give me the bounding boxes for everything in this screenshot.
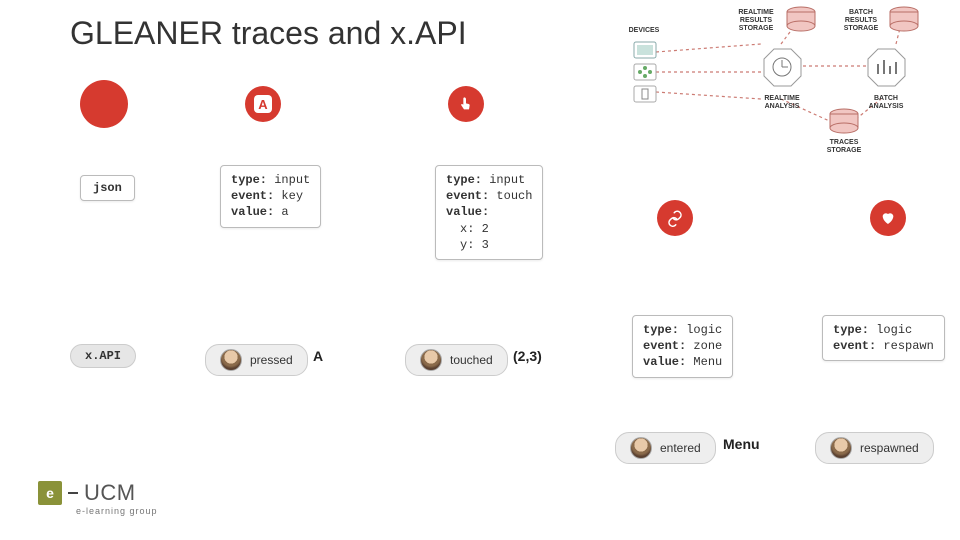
touched-text: touched — [450, 353, 493, 367]
logo: e UCM e-learning group — [38, 480, 158, 516]
card-input-key: type: input event: key value: a — [220, 165, 321, 228]
emph-menu: Menu — [723, 436, 760, 452]
batch-analysis-label: BATCHANALYSIS — [869, 95, 904, 110]
db-rt-results-icon — [787, 7, 815, 31]
logo-dash — [68, 492, 78, 494]
emph-coords: (2,3) — [513, 348, 542, 364]
json-text: json — [93, 181, 122, 195]
db-traces-icon — [830, 109, 858, 133]
device-gamepad-icon — [634, 64, 656, 80]
device-desktop-icon — [634, 42, 656, 58]
traces-storage-label: TRACESSTORAGE — [827, 139, 862, 154]
avatar-icon — [830, 437, 852, 459]
logo-subtext: e-learning group — [76, 506, 158, 516]
letter-badge: A — [254, 95, 272, 113]
val-type: logic — [876, 323, 912, 337]
val-event: zone — [693, 339, 722, 353]
logo-e-badge: e — [38, 481, 62, 505]
avatar-icon — [220, 349, 242, 371]
touched-pill: touched — [405, 344, 508, 376]
batch-results-label: BATCHRESULTSSTORAGE — [844, 9, 879, 32]
link-icon — [657, 200, 693, 236]
emph-a: A — [313, 348, 323, 364]
respawned-text: respawned — [860, 441, 919, 455]
val-value: Menu — [693, 355, 722, 369]
val-event: key — [281, 189, 303, 203]
entered-text: entered — [660, 441, 701, 455]
val-value: a — [281, 205, 288, 219]
val-type: logic — [686, 323, 722, 337]
dot-icon — [80, 80, 128, 128]
devices-label: DEVICES — [629, 27, 660, 34]
entered-pill: entered — [615, 432, 716, 464]
val-y: 3 — [482, 238, 489, 252]
card-logic-respawn: type: logic event: respawn — [822, 315, 945, 361]
respawned-pill: respawned — [815, 432, 934, 464]
val-event: respawn — [883, 339, 933, 353]
val-value-label: value: — [446, 205, 489, 219]
device-mobile-icon — [634, 86, 656, 102]
batch-analysis-node — [868, 49, 905, 86]
val-type: input — [489, 173, 525, 187]
pressed-text: pressed — [250, 353, 293, 367]
db-batch-results-icon — [890, 7, 918, 31]
rt-results-label: REALTIMERESULTSSTORAGE — [738, 9, 774, 32]
architecture-diagram: DEVICES REALTIMERESULTSSTORAGE — [606, 4, 936, 154]
logo-main-text: UCM — [84, 480, 136, 506]
touch-icon — [448, 86, 484, 122]
card-logic-zone: type: logic event: zone value: Menu — [632, 315, 733, 378]
xapi-pill: x.API — [70, 344, 136, 368]
avatar-icon — [420, 349, 442, 371]
architecture-svg: DEVICES REALTIMERESULTSSTORAGE — [606, 4, 936, 164]
page-title: GLEANER traces and x.API — [70, 15, 467, 52]
val-x: 2 — [482, 222, 489, 236]
val-type: input — [274, 173, 310, 187]
rt-analysis-label: REALTIMEANALYSIS — [764, 95, 800, 110]
val-event: touch — [496, 189, 532, 203]
heart-icon — [870, 200, 906, 236]
json-label-card: json — [80, 175, 135, 201]
avatar-icon — [630, 437, 652, 459]
xapi-text: x.API — [85, 349, 121, 363]
card-input-touch: type: input event: touch value: x: 2 y: … — [435, 165, 543, 260]
pressed-pill: pressed — [205, 344, 308, 376]
key-a-icon: A — [245, 86, 281, 122]
